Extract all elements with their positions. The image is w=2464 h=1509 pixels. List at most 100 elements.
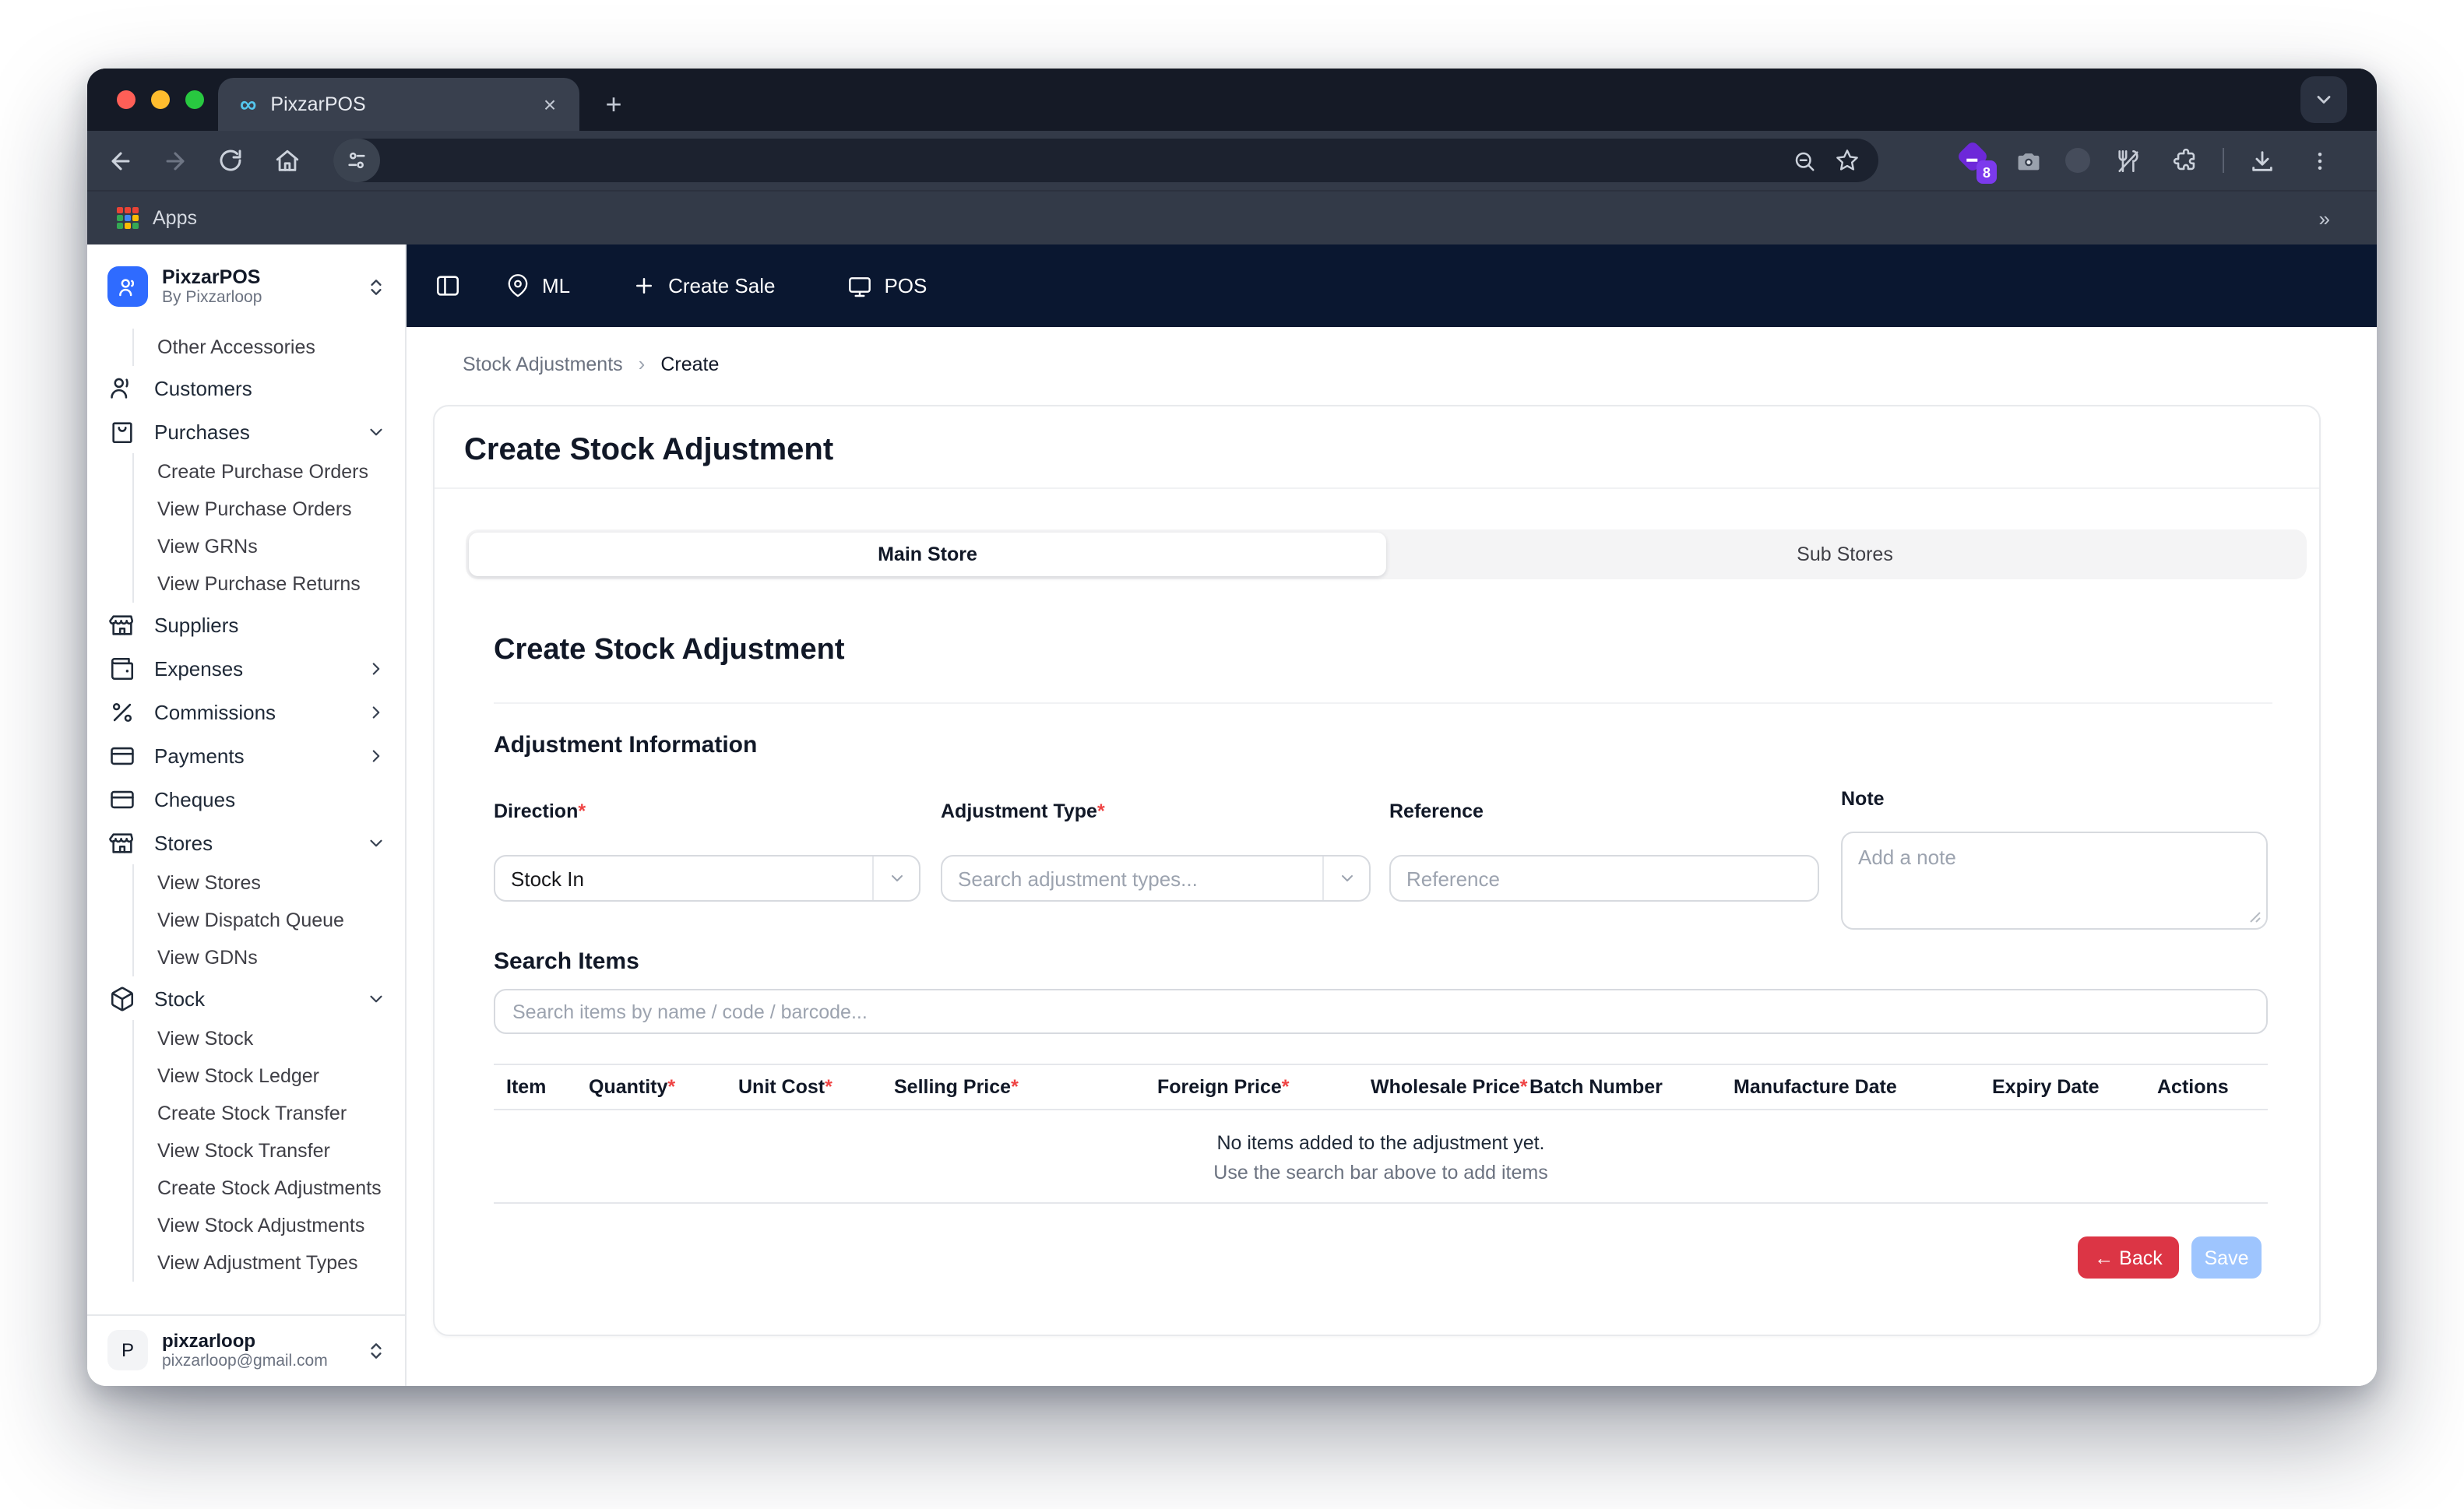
sidebar-item-stock[interactable]: Stock [87,976,405,1020]
sidebar-item-view-stores[interactable]: View Stores [134,864,405,902]
col-unit-cost: Unit Cost* [738,1076,832,1098]
bookmarks-overflow-icon[interactable]: » [2319,206,2330,230]
camera-icon[interactable] [2008,140,2048,181]
user-menu[interactable]: P pixzarloop pixzarloop@gmail.com [87,1314,405,1386]
sidebar-item-other-accessories[interactable]: Other Accessories [134,329,405,366]
sidebar-item-view-purchase-returns[interactable]: View Purchase Returns [134,565,405,603]
tab-close-icon[interactable]: × [536,90,564,118]
chevron-down-icon [366,421,386,441]
sidebar-item-view-stock-adjustments[interactable]: View Stock Adjustments [134,1207,405,1244]
app-name: PixzarPOS [162,266,262,288]
credit-card-icon [109,742,136,769]
col-selling-price: Selling Price* [894,1076,1019,1098]
note-field [1841,832,2268,930]
col-foreign-price: Foreign Price* [1157,1076,1290,1098]
percent-icon [109,698,136,725]
kebab-menu-icon[interactable] [2299,140,2339,181]
sidebar-item-view-gdns[interactable]: View GDNs [134,939,405,976]
restaurant-pin-icon[interactable] [2107,140,2148,181]
sidebar-toggle-icon[interactable] [435,273,461,299]
tab-sub-stores[interactable]: Sub Stores [1386,533,2304,576]
sidebar-item-view-stock-ledger[interactable]: View Stock Ledger [134,1057,405,1095]
sidebar-item-purchases[interactable]: Purchases [87,410,405,453]
col-batch-number: Batch Number [1529,1076,1663,1098]
home-icon[interactable] [266,140,307,181]
app-navbar: ML Create Sale POS [407,244,2377,327]
sidebar-item-view-adjustment-types[interactable]: View Adjustment Types [134,1244,405,1282]
package-icon [109,985,136,1011]
puzzle-icon[interactable] [2165,140,2205,181]
direction-value: Stock In [495,867,600,890]
sidebar-item-view-stock[interactable]: View Stock [134,1020,405,1057]
sidebar-item-view-stock-transfer[interactable]: View Stock Transfer [134,1132,405,1170]
location-label: ML [542,274,570,297]
pos-button[interactable]: POS [847,273,927,298]
zoom-icon[interactable] [1788,145,1819,176]
pos-label: POS [884,274,927,297]
reload-icon[interactable] [210,140,251,181]
sidebar-item-create-purchase-orders[interactable]: Create Purchase Orders [134,453,405,491]
window-controls [117,90,204,109]
reference-field [1389,855,1819,902]
avatar: P [107,1330,148,1370]
chevron-right-icon [366,702,386,722]
maximize-window-button[interactable] [185,90,204,109]
chevron-down-icon [2313,89,2335,111]
resize-handle-icon[interactable] [2249,911,2262,923]
shopping-bag-icon [109,418,136,445]
bookmark-apps[interactable]: Apps [153,207,197,229]
tab-search-button[interactable] [2300,76,2347,123]
location-selector[interactable]: ML [506,274,570,297]
browser-tab[interactable]: ∞ PixzarPOS × [218,78,579,131]
app-switcher[interactable]: PixzarPOS By Pixzarloop [87,244,405,325]
tab-favicon-icon: ∞ [240,93,256,116]
sidebar-item-payments[interactable]: Payments [87,733,405,777]
sidebar-item-commissions[interactable]: Commissions [87,690,405,733]
sidebar-item-cheques[interactable]: Cheques [87,777,405,821]
col-manufacture-date: Manufacture Date [1734,1076,1897,1098]
new-tab-button[interactable]: + [595,86,632,123]
tune-icon[interactable] [333,139,380,182]
col-item: Item [506,1076,546,1098]
close-window-button[interactable] [117,90,136,109]
breadcrumb-parent[interactable]: Stock Adjustments [463,353,623,375]
sidebar-item-view-grns[interactable]: View GRNs [134,528,405,565]
app-logo-icon [107,266,148,307]
sidebar-item-suppliers[interactable]: Suppliers [87,603,405,646]
create-sale-button[interactable]: Create Sale [632,274,775,297]
required-star: * [1097,800,1105,822]
table-header-row: Item Quantity* Unit Cost* Selling Price*… [494,1065,2268,1110]
sidebar-item-expenses[interactable]: Expenses [87,646,405,690]
sidebar-item-view-dispatch-queue[interactable]: View Dispatch Queue [134,902,405,939]
back-button[interactable]: ← Back [2078,1236,2179,1279]
monitor-icon [847,273,871,298]
tab-title: PixzarPOS [270,93,365,115]
back-icon[interactable] [100,140,140,181]
reference-input[interactable] [1391,857,1818,900]
item-search-input[interactable] [495,990,2266,1032]
extension-dim-icon[interactable] [2065,148,2090,173]
note-input[interactable] [1843,833,2266,928]
download-icon[interactable] [2241,140,2282,181]
sidebar-item-create-stock-transfer[interactable]: Create Stock Transfer [134,1095,405,1132]
adjustment-type-input[interactable] [942,857,1322,900]
address-bar[interactable] [333,139,1878,182]
direction-select[interactable]: Stock In [494,855,920,902]
app-root: PixzarPOS By Pixzarloop Other Accessorie… [87,244,2377,1386]
store-icon [109,829,136,856]
sidebar-item-stores[interactable]: Stores [87,821,405,864]
bookmarks-bar: Apps » [87,190,2377,244]
adjustment-type-label: Adjustment Type* [941,800,1105,822]
map-pin-icon [506,274,530,297]
star-icon[interactable] [1832,145,1863,176]
tab-main-store[interactable]: Main Store [469,533,1386,576]
forward-icon[interactable] [154,140,195,181]
extension-icon[interactable]: 8 [1959,145,1991,176]
credit-card-icon [109,786,136,812]
sidebar-item-view-purchase-orders[interactable]: View Purchase Orders [134,491,405,528]
sidebar-item-create-stock-adjustments[interactable]: Create Stock Adjustments [134,1170,405,1207]
minimize-window-button[interactable] [151,90,170,109]
apps-grid-icon[interactable] [117,207,139,229]
save-button[interactable]: Save [2191,1236,2262,1279]
sidebar-item-customers[interactable]: Customers [87,366,405,410]
